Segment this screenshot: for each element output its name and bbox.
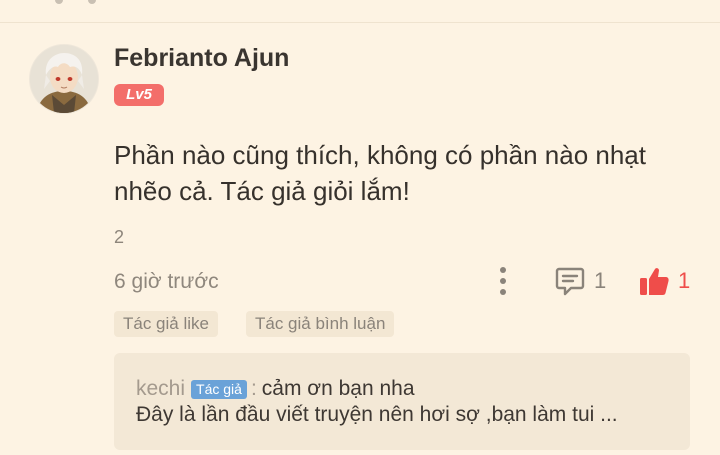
more-options-button[interactable] <box>494 263 512 299</box>
vertical-ellipsis-icon <box>500 267 506 295</box>
author-badge: Tác giả <box>191 379 247 399</box>
comment-timestamp: 6 giờ trước <box>114 270 219 293</box>
thumbs-up-icon <box>640 268 669 295</box>
top-stub-dot <box>88 0 96 4</box>
reply-author[interactable]: kechi <box>136 377 185 401</box>
tag-author-commented: Tác giả bình luận <box>246 311 395 337</box>
sub-count: 2 <box>114 227 125 247</box>
comment-username[interactable]: Febrianto Ajun <box>114 44 289 73</box>
reply-first-text: cảm ơn bạn nha <box>261 377 415 400</box>
reply-separator: : <box>250 377 257 400</box>
reply-button[interactable]: 1 <box>554 264 606 298</box>
avatar[interactable] <box>30 45 98 113</box>
reply-first-line: kechi Tác giả : cảm ơn bạn nha <box>136 377 415 401</box>
reply-second-text: Đây là lần đầu viết truyện nên hơi sợ ,b… <box>136 403 618 426</box>
like-button[interactable]: 1 <box>638 263 690 299</box>
comment-text: Phần nào cũng thích, không có phần nào n… <box>114 140 646 206</box>
tag-author-liked: Tác giả like <box>114 311 218 337</box>
author-reply-box[interactable]: kechi Tác giả : cảm ơn bạn nha Đây là lầ… <box>114 353 690 450</box>
level-badge: Lv5 <box>114 84 164 106</box>
anime-character-avatar <box>30 45 98 113</box>
like-count: 1 <box>678 268 691 293</box>
comment-bubble-icon <box>555 267 585 296</box>
top-divider <box>0 22 720 23</box>
top-stub-dot <box>55 0 63 4</box>
reply-count: 1 <box>594 268 607 293</box>
